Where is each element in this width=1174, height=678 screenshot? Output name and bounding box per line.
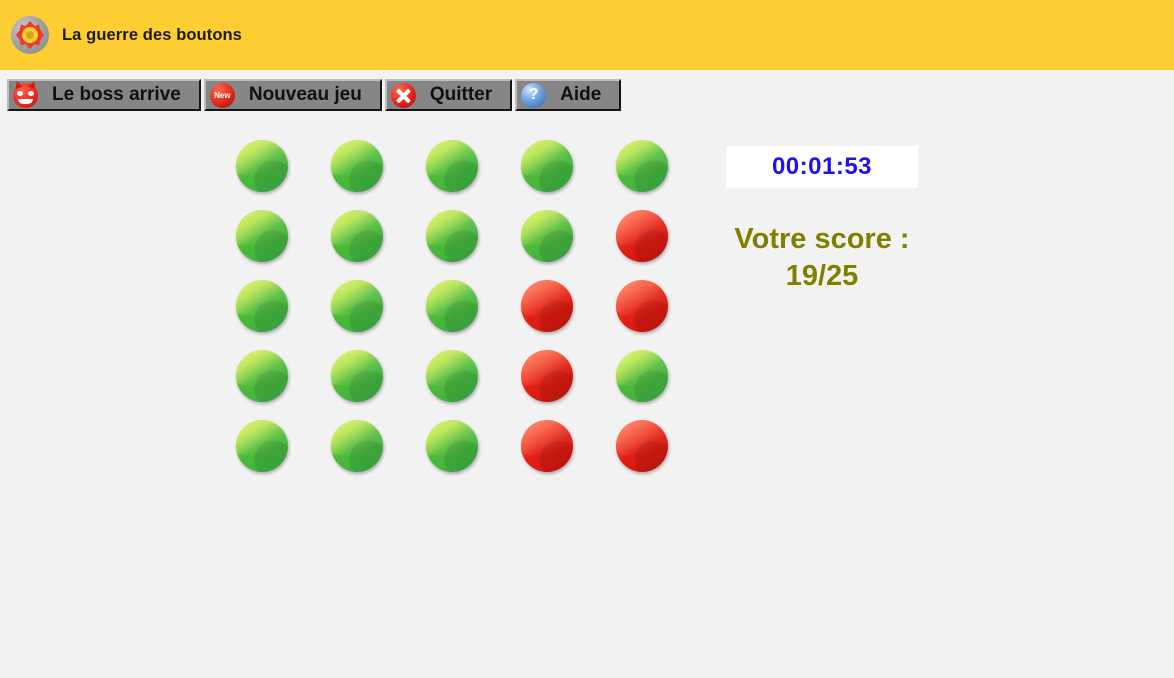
new-badge-icon: New [209,82,235,108]
devil-smiley-mouth [18,98,33,104]
new-game-button[interactable]: New Nouveau jeu [203,79,382,111]
help-label: Aide [560,84,602,105]
board-cell-2-2[interactable] [331,210,383,262]
board-cell-5-1[interactable] [236,420,288,472]
new-game-label: Nouveau jeu [248,84,362,105]
board-cell-2-3[interactable] [426,210,478,262]
board-cell-5-2[interactable] [331,420,383,472]
score-value: 19/25 [785,260,859,293]
board-cell-1-1[interactable] [236,140,288,192]
board-cell-5-3[interactable] [426,420,478,472]
target-icon-inner-dot [26,31,34,39]
help-button[interactable]: ? Aide [515,79,622,111]
game-board [236,140,668,472]
board-cell-2-1[interactable] [236,210,288,262]
board-cell-1-3[interactable] [426,140,478,192]
devil-smiley-icon [13,82,38,108]
boss-arrive-label: Le boss arrive [52,84,181,105]
score-display: Votre score : 19/25 [706,221,938,295]
close-x-icon [390,82,416,108]
toolbar: Le boss arrive New Nouveau jeu Quitter ?… [7,79,622,111]
board-cell-1-4[interactable] [521,140,573,192]
window-title: La guerre des boutons [62,25,242,44]
board-cell-4-1[interactable] [236,350,288,402]
board-cell-4-2[interactable] [331,350,383,402]
boss-arrive-button[interactable]: Le boss arrive [7,79,201,111]
board-cell-3-3[interactable] [426,280,478,332]
quit-label: Quitter [429,84,493,105]
board-cell-5-4[interactable] [521,420,573,472]
quit-button[interactable]: Quitter [384,79,513,111]
board-cell-3-1[interactable] [236,280,288,332]
board-cell-2-4[interactable] [521,210,573,262]
board-cell-3-2[interactable] [331,280,383,332]
target-icon [11,16,49,54]
board-cell-1-2[interactable] [331,140,383,192]
board-cell-3-4[interactable] [521,280,573,332]
timer-display: 00:01:53 [726,146,918,188]
board-cell-1-5[interactable] [616,140,668,192]
devil-smiley-eyes [17,90,34,96]
board-cell-5-5[interactable] [616,420,668,472]
board-cell-4-5[interactable] [616,350,668,402]
score-label: Votre score : [734,223,910,255]
board-cell-4-3[interactable] [426,350,478,402]
board-cell-3-5[interactable] [616,280,668,332]
timer-value: 00:01:53 [771,153,873,180]
board-cell-2-5[interactable] [616,210,668,262]
help-question-icon: ? [521,82,547,108]
board-cell-4-4[interactable] [521,350,573,402]
window-title-bar: La guerre des boutons [0,0,1174,70]
